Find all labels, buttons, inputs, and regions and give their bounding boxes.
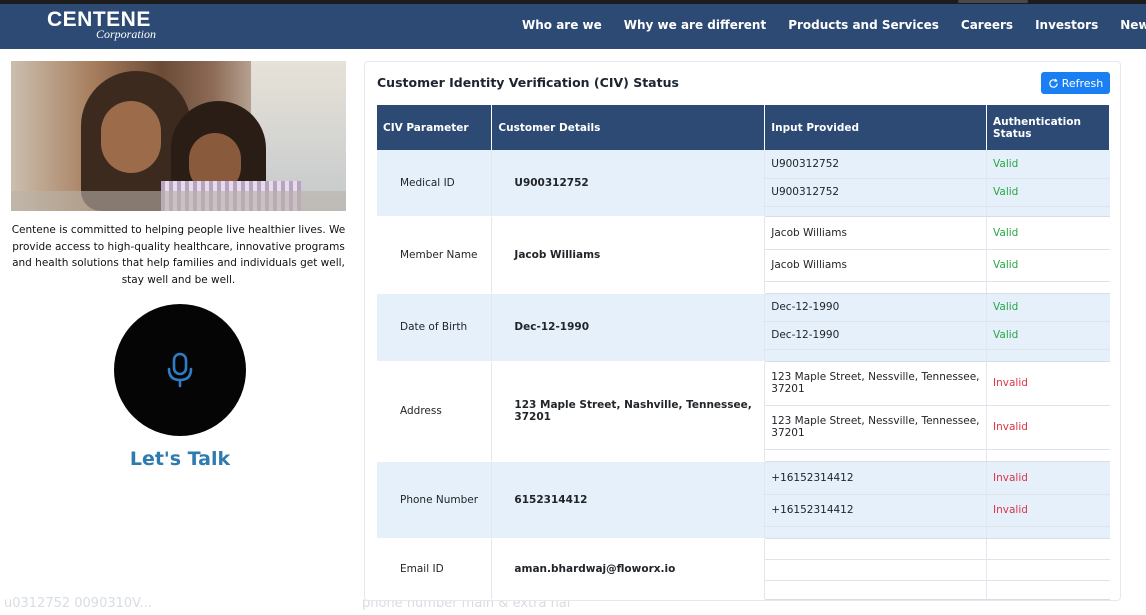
detail-cell: Dec-12-1990 bbox=[491, 293, 766, 362]
input-cell bbox=[764, 538, 988, 560]
status-cell: Invalid bbox=[986, 405, 1110, 450]
input-cell: Dec-12-1990 bbox=[764, 293, 988, 322]
col-civ-parameter: CIV Parameter bbox=[377, 105, 493, 150]
param-cell: Email ID bbox=[377, 538, 493, 600]
detail-cell: 123 Maple Street, Nashville, Tennessee, … bbox=[491, 361, 766, 462]
param-cell: Medical ID bbox=[377, 150, 493, 217]
input-cell: 123 Maple Street, Nessville, Tennessee, … bbox=[764, 405, 988, 450]
status-cell bbox=[986, 538, 1110, 560]
centene-logo[interactable]: CENTENE Corporation bbox=[47, 9, 156, 41]
status-cell bbox=[986, 559, 1110, 581]
table-row: Medical ID U900312752 U900312752 Valid bbox=[377, 150, 1110, 217]
nav-why-different[interactable]: Why we are different bbox=[624, 18, 766, 32]
hero-image bbox=[11, 61, 346, 211]
nav-who-are-we[interactable]: Who are we bbox=[522, 18, 602, 32]
input-cell: U900312752 bbox=[764, 150, 988, 179]
table-row: Member Name Jacob Williams Jacob William… bbox=[377, 216, 1110, 294]
table-row: Phone Number 6152314412 +16152314412 Inv… bbox=[377, 461, 1110, 539]
lets-talk-label[interactable]: Let's Talk bbox=[11, 448, 349, 470]
detail-cell: 6152314412 bbox=[491, 461, 766, 539]
table-header-row: CIV Parameter Customer Details Input Pro… bbox=[377, 105, 1110, 150]
param-cell: Member Name bbox=[377, 216, 493, 294]
detail-cell: U900312752 bbox=[491, 150, 766, 217]
col-auth-status: Authentication Status bbox=[986, 105, 1110, 150]
main-nav: Who are we Why we are different Products… bbox=[522, 0, 1146, 49]
input-cell: +16152314412 bbox=[764, 494, 988, 527]
voice-button[interactable] bbox=[114, 304, 246, 436]
col-customer-details: Customer Details bbox=[491, 105, 766, 150]
logo-subtext: Corporation bbox=[96, 27, 157, 41]
detail-cell: Jacob Williams bbox=[491, 216, 766, 294]
param-cell: Address bbox=[377, 361, 493, 462]
status-cell: Valid bbox=[986, 216, 1110, 250]
table-row: Date of Birth Dec-12-1990 Dec-12-1990 Va… bbox=[377, 293, 1110, 362]
microphone-icon bbox=[167, 352, 193, 388]
param-cell: Phone Number bbox=[377, 461, 493, 539]
input-cell: Dec-12-1990 bbox=[764, 321, 988, 350]
faint-footer-left: u0312752 0090310V... bbox=[4, 596, 152, 611]
civ-status-panel: Customer Identity Verification (CIV) Sta… bbox=[364, 61, 1121, 601]
nav-careers[interactable]: Careers bbox=[961, 18, 1013, 32]
about-text: Centene is committed to helping people l… bbox=[11, 224, 346, 286]
refresh-icon bbox=[1049, 78, 1058, 88]
col-input-provided: Input Provided bbox=[764, 105, 988, 150]
input-cell: U900312752 bbox=[764, 178, 988, 207]
param-cell: Date of Birth bbox=[377, 293, 493, 362]
refresh-label: Refresh bbox=[1061, 76, 1104, 90]
status-cell: Valid bbox=[986, 293, 1110, 322]
table-row: Email ID aman.bhardwaj@floworx.io bbox=[377, 538, 1110, 600]
nav-news[interactable]: News bbox=[1120, 18, 1146, 32]
panel-title: Customer Identity Verification (CIV) Sta… bbox=[377, 75, 679, 90]
civ-table: CIV Parameter Customer Details Input Pro… bbox=[377, 105, 1110, 600]
status-cell: Valid bbox=[986, 249, 1110, 282]
input-cell: +16152314412 bbox=[764, 461, 988, 495]
status-cell: Valid bbox=[986, 178, 1110, 207]
status-cell: Invalid bbox=[986, 461, 1110, 495]
detail-cell: aman.bhardwaj@floworx.io bbox=[491, 538, 766, 600]
top-navbar: CENTENE Corporation Who are we Why we ar… bbox=[0, 0, 1146, 49]
input-cell: 123 Maple Street, Nessville, Tennessee, … bbox=[764, 361, 988, 406]
input-cell: Jacob Williams bbox=[764, 249, 988, 282]
nav-products-services[interactable]: Products and Services bbox=[788, 18, 939, 32]
table-row: Address 123 Maple Street, Nashville, Ten… bbox=[377, 361, 1110, 462]
status-cell: Valid bbox=[986, 150, 1110, 179]
input-cell: Jacob Williams bbox=[764, 216, 988, 250]
nav-investors[interactable]: Investors bbox=[1035, 18, 1098, 32]
refresh-button[interactable]: Refresh bbox=[1041, 72, 1110, 94]
status-cell: Invalid bbox=[986, 494, 1110, 527]
input-cell bbox=[764, 559, 988, 581]
status-cell: Valid bbox=[986, 321, 1110, 350]
status-cell: Invalid bbox=[986, 361, 1110, 406]
